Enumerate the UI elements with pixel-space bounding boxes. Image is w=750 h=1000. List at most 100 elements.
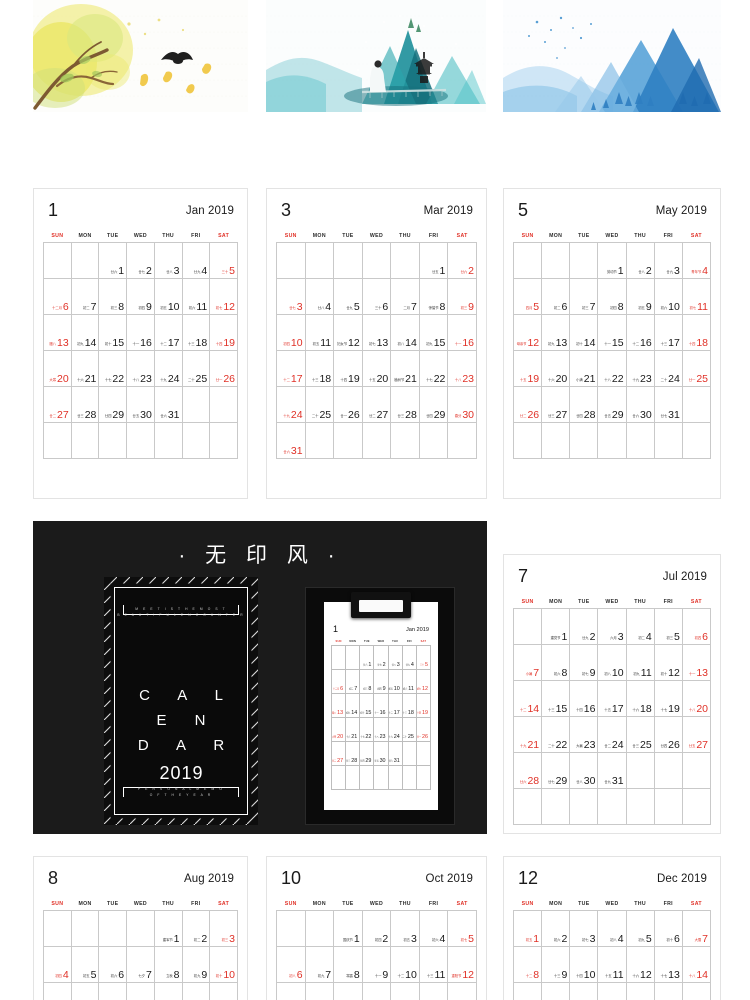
- calendar-cell-day-3[interactable]: 廿九 3: [653, 242, 683, 279]
- calendar-cell-day-16[interactable]: 十一 16: [373, 693, 389, 718]
- calendar-cell-day-13[interactable]: 腊八 13: [330, 693, 347, 718]
- calendar-cell-day-26[interactable]: 廿一 26: [333, 386, 363, 423]
- calendar-cell-day-23[interactable]: 十八 23: [126, 350, 155, 387]
- calendar-cell-day-14[interactable]: 初九 14: [70, 314, 100, 351]
- calendar-cell-day-15[interactable]: 十三 15: [541, 680, 571, 717]
- calendar-cell-day-19[interactable]: 十四 19: [333, 350, 363, 387]
- calendar-cell-day-23[interactable]: 十八 23: [447, 350, 477, 387]
- calendar-cell-day-27[interactable]: 廿五 27: [681, 716, 712, 753]
- calendar-cell-day-7[interactable]: 七夕 7: [126, 946, 155, 983]
- calendar-cover-poster[interactable]: M E E T I S T H E M O S T B E A U T I F …: [101, 574, 261, 828]
- calendar-cell-day-13[interactable]: 腊八 13: [43, 314, 72, 351]
- calendar-cell-day-14[interactable]: 十八 14: [681, 946, 712, 983]
- calendar-cell-day-10[interactable]: 初八 10: [597, 644, 627, 681]
- calendar-cell-day-2[interactable]: 廿七 2: [373, 645, 389, 670]
- calendar-cell-day-3[interactable]: 廿八 3: [387, 645, 403, 670]
- calendar-cell-day-7[interactable]: 初九 7: [304, 946, 335, 983]
- calendar-cell-day-15[interactable]: 初九 15: [418, 314, 449, 351]
- calendar-cell-day-13[interactable]: 初九 13: [541, 314, 571, 351]
- calendar-cell-day-14[interactable]: 初十 14: [569, 314, 599, 351]
- calendar-cell-day-13[interactable]: 初七 13: [361, 314, 392, 351]
- calendar-card-jan-2019[interactable]: 1Jan 2019SUNMONTUEWEDTHUFRISAT 0 0廿六1廿七2…: [33, 188, 248, 499]
- calendar-cell-day-1[interactable]: 劳动节 1: [597, 242, 627, 279]
- calendar-cell-day-5[interactable]: 四月 5: [512, 278, 543, 315]
- calendar-cell-day-8[interactable]: 十二 8: [512, 946, 543, 983]
- calendar-cell-day-2[interactable]: 廿八 2: [625, 242, 655, 279]
- calendar-cell-day-24[interactable]: 二十 24: [653, 350, 683, 387]
- calendar-cell-day-22[interactable]: 十七 22: [359, 717, 375, 742]
- calendar-cell-day-1[interactable]: 初五 1: [512, 910, 543, 947]
- calendar-cell-day-11[interactable]: 初六 11: [401, 669, 417, 694]
- calendar-cell-day-7[interactable]: 初二 7: [345, 669, 361, 694]
- calendar-cell-day-20[interactable]: 十五 20: [361, 350, 392, 387]
- hero-image-teal-mountains[interactable]: [266, 0, 486, 112]
- calendar-cell-day-1[interactable]: 国庆节 1: [333, 910, 363, 947]
- calendar-cell-day-30[interactable]: 廿五 30: [373, 741, 389, 766]
- calendar-cell-day-9[interactable]: 初四 9: [126, 278, 155, 315]
- calendar-cell-day-4[interactable]: 初二 4: [625, 608, 655, 645]
- calendar-cell-day-15[interactable]: 十五15: [153, 982, 183, 1000]
- calendar-cell-day-20[interactable]: 大寒 20: [330, 717, 347, 742]
- calendar-cell-day-27[interactable]: 廿三 27: [541, 386, 571, 423]
- promo-panel-muji-style[interactable]: · 无 印 风 · M E E T I S T H E M O S T B E …: [33, 521, 487, 834]
- calendar-cell-day-13[interactable]: 十三13: [98, 982, 128, 1000]
- calendar-cell-day-21[interactable]: 小满 21: [569, 350, 599, 387]
- calendar-cell-day-12[interactable]: 初七 12: [209, 278, 238, 315]
- calendar-cell-day-14[interactable]: 初八 14: [390, 314, 420, 351]
- calendar-cell-day-31[interactable]: 廿六 31: [387, 741, 403, 766]
- calendar-cell-day-2[interactable]: 廿七 2: [126, 242, 155, 279]
- calendar-cell-day-6[interactable]: 十二月 6: [43, 278, 72, 315]
- calendar-cell-day-9[interactable]: 初九 9: [181, 946, 211, 983]
- calendar-cell-day-1[interactable]: 廿六 1: [98, 242, 128, 279]
- calendar-cell-day-11[interactable]: 十三 11: [418, 946, 449, 983]
- calendar-cell-day-9[interactable]: 初五 9: [625, 278, 655, 315]
- calendar-cell-day-23[interactable]: 十九 23: [625, 350, 655, 387]
- calendar-card-oct-2019[interactable]: 10Oct 2019SUNMONTUEWEDTHUFRISAT 0 0国庆节1初…: [266, 856, 487, 1000]
- calendar-cell-day-10[interactable]: 十四 10: [569, 946, 599, 983]
- calendar-cell-day-11[interactable]: 十五 11: [597, 946, 627, 983]
- calendar-cell-day-27[interactable]: 廿二 27: [361, 386, 392, 423]
- calendar-cell-day-31[interactable]: 廿七 31: [653, 386, 683, 423]
- calendar-cell-day-17[interactable]: 十二 17: [276, 350, 306, 387]
- calendar-cell-day-27[interactable]: 廿二 27: [330, 741, 347, 766]
- calendar-cell-day-25[interactable]: 二十 25: [181, 350, 211, 387]
- calendar-cell-day-1[interactable]: 建党节 1: [541, 608, 571, 645]
- calendar-cell-day-21[interactable]: 植树节 21: [390, 350, 420, 387]
- calendar-cell-day-16[interactable]: 十一 16: [126, 314, 155, 351]
- calendar-cell-day-4[interactable]: 廿八 4: [304, 278, 335, 315]
- calendar-cell-day-22[interactable]: 二十 22: [541, 716, 571, 753]
- calendar-cell-day-28[interactable]: 廿三 28: [70, 386, 100, 423]
- calendar-cell-day-12[interactable]: 十二12: [70, 982, 100, 1000]
- calendar-cell-day-31[interactable]: 廿六 31: [276, 422, 306, 459]
- calendar-cell-day-16[interactable]: 二十16: [541, 982, 571, 1000]
- calendar-cell-day-8[interactable]: 寒露 8: [333, 946, 363, 983]
- calendar-cell-day-26[interactable]: 廿二 26: [512, 386, 543, 423]
- calendar-card-jul-2019[interactable]: 7Jul 2019SUNMONTUEWEDTHUFRISAT 0建党节1廿九2六…: [503, 554, 721, 834]
- calendar-cell-day-26[interactable]: 廿四 26: [653, 716, 683, 753]
- calendar-cell-day-10[interactable]: 初四 10: [276, 314, 306, 351]
- hero-image-ginkgo-bird[interactable]: [33, 0, 248, 112]
- calendar-cell-day-18[interactable]: 十三 18: [401, 693, 417, 718]
- calendar-cell-day-1[interactable]: 建军节 1: [153, 910, 183, 947]
- calendar-cell-day-30[interactable]: 廿八 30: [569, 752, 599, 789]
- calendar-cell-day-2[interactable]: 初二 2: [181, 910, 211, 947]
- calendar-cell-day-13[interactable]: 十五13: [276, 982, 306, 1000]
- calendar-cell-day-18[interactable]: 二十18: [418, 982, 449, 1000]
- calendar-cell-day-4[interactable]: 青年节 4: [681, 242, 712, 279]
- calendar-cell-day-13[interactable]: 十一 13: [681, 644, 712, 681]
- calendar-card-may-2019[interactable]: 5May 2019SUNMONTUEWEDTHUFRISAT 0 0 0劳动节1…: [503, 188, 721, 499]
- calendar-cell-day-7[interactable]: 初三 7: [569, 278, 599, 315]
- calendar-cell-day-17[interactable]: 十二 17: [387, 693, 403, 718]
- calendar-cell-day-18[interactable]: 十三 18: [304, 350, 335, 387]
- calendar-cell-day-26[interactable]: 廿一 26: [415, 717, 432, 742]
- calendar-cell-day-18[interactable]: 十六 18: [625, 680, 655, 717]
- calendar-cell-day-6[interactable]: 十二月 6: [330, 669, 347, 694]
- hero-image-blue-mountains[interactable]: [503, 0, 721, 112]
- calendar-cell-day-29[interactable]: 廿四 29: [98, 386, 128, 423]
- calendar-cell-day-19[interactable]: 廿一19: [447, 982, 477, 1000]
- calendar-cell-day-8[interactable]: 初三 8: [359, 669, 375, 694]
- calendar-cell-day-12[interactable]: 重阳节 12: [447, 946, 477, 983]
- calendar-cell-day-4[interactable]: 廿九 4: [401, 645, 417, 670]
- calendar-cell-day-8[interactable]: 立秋 8: [153, 946, 183, 983]
- calendar-cell-day-19[interactable]: 十七 19: [653, 680, 683, 717]
